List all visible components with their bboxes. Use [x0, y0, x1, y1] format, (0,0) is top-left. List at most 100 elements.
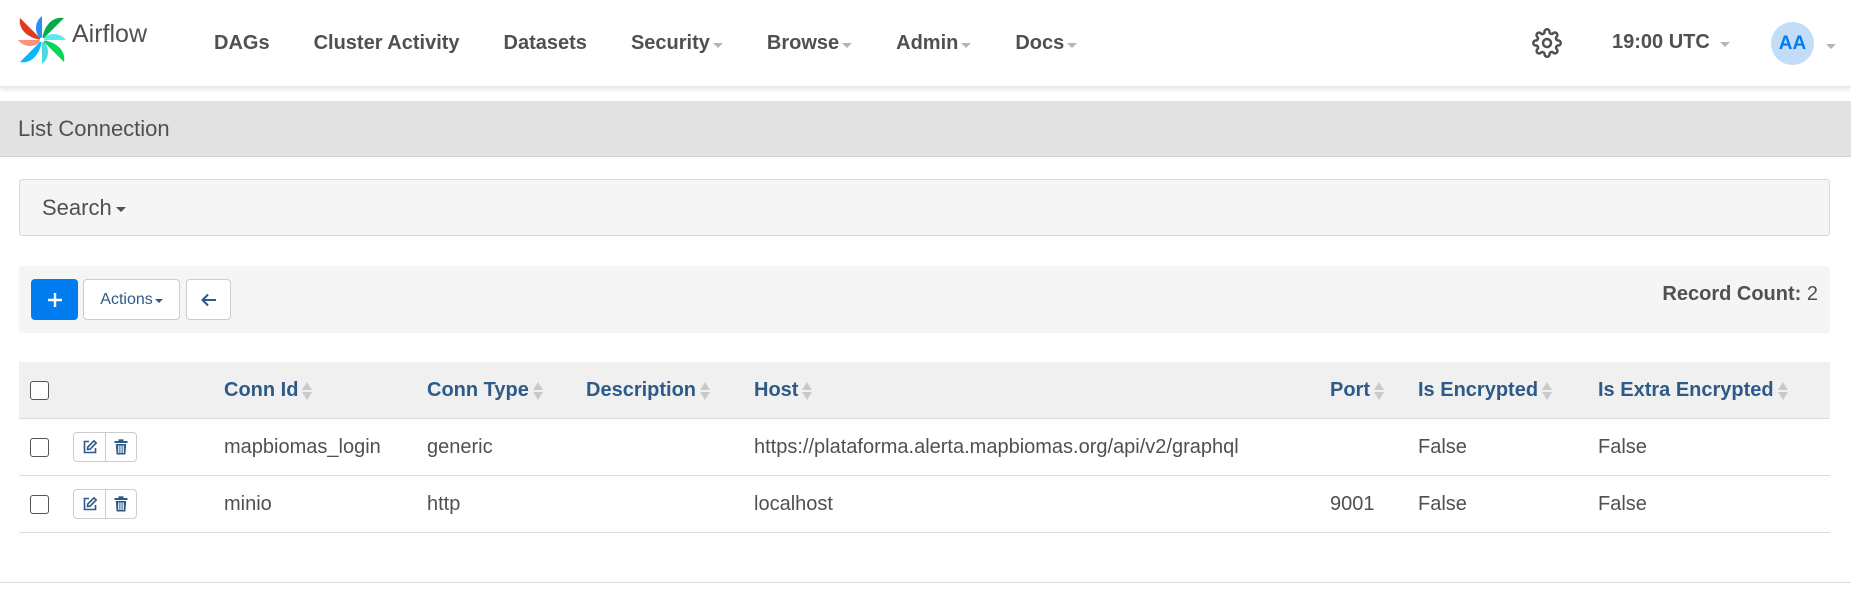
nav-browse-label: Browse: [766, 32, 840, 54]
column-label: Conn Type: [427, 379, 529, 401]
cell-is-extra-encrypted: False: [1598, 493, 1647, 515]
column-label: Conn Id: [224, 379, 299, 401]
sort-icon: [802, 380, 813, 402]
column-label: Is Encrypted: [1418, 379, 1539, 401]
brand-logo-link[interactable]: Airflow: [16, 14, 147, 66]
trash-icon: [114, 496, 128, 512]
cell-host: https://plataforma.alerta.mapbiomas.org/…: [754, 436, 1239, 458]
record-count-label: Record Count:: [1662, 283, 1802, 305]
caret-down-icon: [961, 42, 972, 48]
caret-down-icon[interactable]: [1826, 44, 1836, 49]
user-avatar[interactable]: AA: [1771, 22, 1814, 65]
edit-record-button[interactable]: [74, 490, 105, 518]
footer-divider: [0, 582, 1851, 583]
arrow-left-icon: [200, 293, 216, 306]
cell-is-encrypted: False: [1418, 493, 1467, 515]
nav-cluster-activity-label: Cluster Activity: [313, 32, 460, 54]
nav-browse-dropdown[interactable]: Browse: [745, 0, 874, 87]
record-count-value: 2: [1806, 283, 1818, 305]
search-panel: Search: [19, 179, 1830, 236]
nav-dags[interactable]: DAGs: [192, 0, 292, 87]
current-time: 19:00 UTC: [1612, 31, 1710, 53]
sort-icon: [302, 380, 313, 402]
nav-cluster-activity[interactable]: Cluster Activity: [292, 0, 482, 87]
table-row: minio http localhost 9001 False False: [19, 476, 1830, 533]
nav-admin-dropdown[interactable]: Admin: [874, 0, 993, 87]
delete-record-button[interactable]: [105, 433, 136, 461]
column-header-conn-type[interactable]: Conn Type: [427, 362, 543, 419]
list-toolbar: Actions Record Count: 2: [19, 266, 1830, 333]
timezone-dropdown[interactable]: 19:00 UTC: [1612, 31, 1730, 54]
connections-table: Conn Id Conn Type Description Host Port …: [19, 362, 1830, 533]
record-count: Record Count: 2: [1662, 283, 1818, 306]
select-all-cell: [30, 362, 49, 419]
column-header-host[interactable]: Host: [754, 362, 813, 419]
caret-down-icon: [154, 298, 163, 303]
caret-down-icon: [712, 42, 723, 48]
page-title-bar: List Connection: [0, 101, 1851, 157]
column-header-port[interactable]: Port: [1330, 362, 1384, 419]
caret-down-icon: [1067, 42, 1078, 48]
row-action-buttons: [73, 432, 137, 462]
gear-icon[interactable]: [1532, 28, 1562, 58]
actions-label: Actions: [100, 290, 153, 308]
caret-down-icon: [842, 42, 853, 48]
column-label: Host: [754, 379, 799, 401]
row-checkbox[interactable]: [30, 495, 49, 514]
cell-is-extra-encrypted: False: [1598, 436, 1647, 458]
column-label: Description: [586, 379, 697, 401]
search-label: Search: [42, 195, 112, 220]
delete-record-button[interactable]: [105, 490, 136, 518]
sort-icon: [1542, 380, 1553, 402]
row-checkbox[interactable]: [30, 438, 49, 457]
sort-icon: [1777, 380, 1788, 402]
nav-dags-label: DAGs: [214, 32, 270, 54]
page-title: List Connection: [18, 116, 170, 141]
back-button[interactable]: [186, 279, 231, 320]
column-header-is-extra-encrypted[interactable]: Is Extra Encrypted: [1598, 362, 1788, 419]
nav-admin-label: Admin: [896, 32, 959, 54]
caret-down-icon: [1719, 41, 1730, 47]
select-all-checkbox[interactable]: [30, 381, 49, 400]
table-row: mapbiomas_login generic https://platafor…: [19, 419, 1830, 476]
column-header-is-encrypted[interactable]: Is Encrypted: [1418, 362, 1553, 419]
cell-port: 9001: [1330, 493, 1375, 515]
top-navbar: Airflow DAGs Cluster Activity Datasets S…: [0, 0, 1851, 87]
row-action-buttons: [73, 489, 137, 519]
sort-icon: [1374, 380, 1384, 402]
nav-datasets[interactable]: Datasets: [482, 0, 609, 87]
plus-icon: [47, 292, 62, 307]
trash-icon: [114, 439, 128, 455]
caret-down-icon: [115, 207, 126, 212]
nav-docs-dropdown[interactable]: Docs: [993, 0, 1099, 87]
nav-datasets-label: Datasets: [503, 32, 587, 54]
nav-docs-label: Docs: [1015, 32, 1065, 54]
search-toggle[interactable]: Search: [42, 195, 126, 221]
edit-record-button[interactable]: [74, 433, 105, 461]
row-select-cell: [30, 419, 49, 476]
row-select-cell: [30, 476, 49, 533]
actions-dropdown-button[interactable]: Actions: [83, 279, 180, 320]
cell-conn-id: mapbiomas_login: [224, 436, 381, 458]
add-connection-button[interactable]: [31, 279, 78, 320]
column-label: Is Extra Encrypted: [1598, 379, 1774, 401]
table-header: Conn Id Conn Type Description Host Port …: [19, 362, 1830, 419]
edit-icon: [83, 439, 97, 454]
edit-icon: [83, 496, 97, 511]
nav-security-dropdown[interactable]: Security: [609, 0, 745, 87]
main-nav: DAGs Cluster Activity Datasets Security …: [192, 0, 1099, 87]
cell-host: localhost: [754, 493, 833, 515]
column-header-conn-id[interactable]: Conn Id: [224, 362, 313, 419]
column-header-description[interactable]: Description: [586, 362, 711, 419]
sort-icon: [532, 380, 543, 402]
cell-conn-type: generic: [427, 436, 493, 458]
column-label: Port: [1330, 379, 1370, 401]
cell-conn-type: http: [427, 493, 461, 515]
brand-name: Airflow: [72, 19, 148, 48]
nav-security-label: Security: [630, 32, 710, 54]
airflow-pinwheel-logo: [18, 16, 66, 64]
sort-icon: [700, 380, 711, 402]
cell-conn-id: minio: [224, 493, 272, 515]
cell-is-encrypted: False: [1418, 436, 1467, 458]
user-initials: AA: [1778, 32, 1807, 54]
